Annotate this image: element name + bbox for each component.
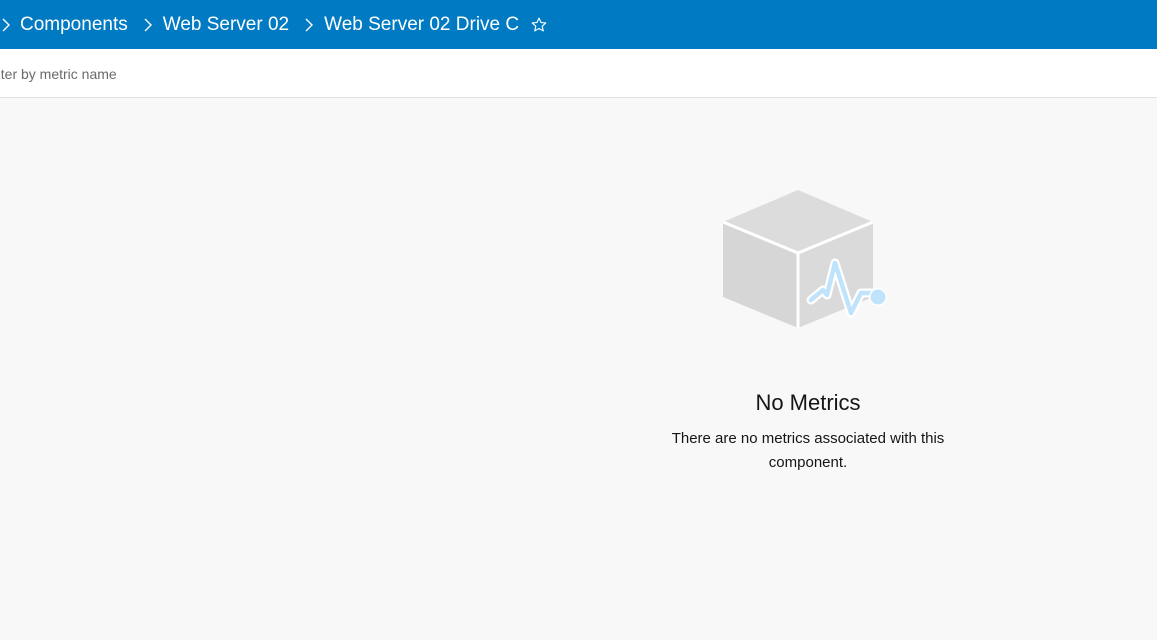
chevron-right-icon	[140, 17, 156, 33]
breadcrumb: Components Web Server 02 Web Server 02 D…	[0, 13, 549, 37]
empty-state-title: No Metrics	[755, 390, 861, 415]
metric-filter-input[interactable]	[0, 61, 586, 87]
empty-state: No Metrics There are no metrics associat…	[608, 185, 1008, 475]
breadcrumb-item-components[interactable]: Components	[20, 13, 128, 37]
chevron-right-icon	[0, 17, 14, 33]
breadcrumb-item-web-server-02[interactable]: Web Server 02	[163, 13, 289, 37]
breadcrumb-item-current: Web Server 02 Drive C	[324, 13, 520, 35]
star-outline-icon[interactable]	[529, 15, 549, 35]
chevron-right-icon	[301, 17, 317, 33]
app-header: Components Web Server 02 Web Server 02 D…	[0, 0, 1157, 49]
filter-bar	[0, 49, 1157, 98]
box-with-pulse-icon	[723, 190, 887, 328]
empty-state-description: There are no metrics associated with thi…	[671, 430, 945, 471]
